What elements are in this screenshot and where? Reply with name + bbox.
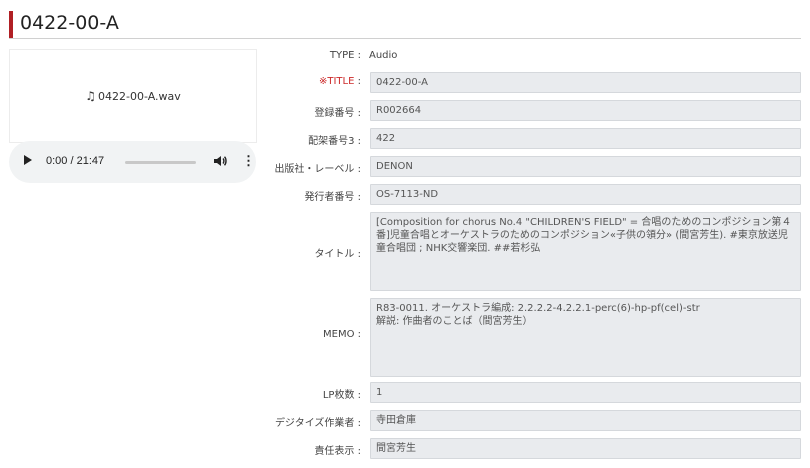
title-accent-bar — [9, 11, 13, 38]
field-row-type: TYPE : Audio — [256, 50, 801, 64]
field-label: TYPE : — [329, 50, 361, 61]
field-value-issuer-no[interactable]: OS-7113-ND — [370, 184, 801, 205]
field-label: 配架番号3 : — [308, 135, 361, 147]
music-note-icon: ♫ — [85, 89, 96, 103]
field-row-issuer-no: 発行者番号 : OS-7113-ND — [256, 184, 801, 205]
field-label: タイトル : — [314, 249, 361, 260]
field-value-type: Audio — [369, 50, 398, 61]
label-colon: : — [354, 75, 361, 87]
page-header: 0422-00-A — [9, 9, 801, 39]
field-value-registration-no[interactable]: R002664 — [370, 100, 801, 121]
more-options-icon[interactable]: ⋮ — [242, 153, 255, 169]
field-row-title: ※TITLE : 0422-00-A — [256, 72, 801, 93]
field-row-lp-count: LP枚数 : 1 — [256, 382, 801, 403]
field-row-digitizer: デジタイズ作業者 : 寺田倉庫 — [256, 410, 801, 431]
field-value-memo[interactable]: R83-0011. オーケストラ編成: 2.2.2.2-4.2.2.1-perc… — [370, 298, 801, 377]
field-value-title[interactable]: 0422-00-A — [370, 72, 801, 93]
field-value-publisher[interactable]: DENON — [370, 156, 801, 177]
field-label: 登録番号 : — [314, 107, 361, 119]
media-file-name: 0422-00-A.wav — [98, 89, 181, 103]
seek-slider[interactable] — [125, 161, 196, 164]
field-label: 責任表示 : — [314, 445, 361, 457]
field-row-responsibility: 責任表示 : 間宮芳生 — [256, 438, 801, 459]
audio-player[interactable]: 0:00 / 21:47 ⋮ — [9, 141, 256, 183]
field-label: LP枚数 : — [322, 389, 361, 401]
field-row-full-title: タイトル : [Composition for chorus No.4 "CHI… — [256, 212, 801, 291]
field-label: 出版社・レーベル : — [274, 163, 361, 175]
field-row-registration-no: 登録番号 : R002664 — [256, 100, 801, 121]
volume-icon[interactable] — [213, 154, 227, 168]
field-value-shelf-no[interactable]: 422 — [370, 128, 801, 149]
field-value-digitizer[interactable]: 寺田倉庫 — [370, 410, 801, 431]
field-label: デジタイズ作業者 : — [274, 417, 361, 429]
field-label: MEMO : — [323, 329, 361, 340]
field-row-memo: MEMO : R83-0011. オーケストラ編成: 2.2.2.2-4.2.2… — [256, 298, 801, 377]
field-row-publisher: 出版社・レーベル : DENON — [256, 156, 801, 177]
playback-time: 0:00 / 21:47 — [46, 155, 105, 167]
field-value-full-title[interactable]: [Composition for chorus No.4 "CHILDREN'S… — [370, 212, 801, 291]
play-icon[interactable] — [24, 155, 32, 165]
field-label: ※TITLE : — [319, 76, 361, 87]
page-title: 0422-00-A — [20, 12, 119, 34]
field-row-shelf-no: 配架番号3 : 422 — [256, 128, 801, 149]
field-label: 発行者番号 : — [304, 191, 361, 203]
media-file-card: ♫ 0422-00-A.wav — [9, 49, 257, 143]
required-mark-label: ※TITLE — [319, 75, 355, 87]
field-value-responsibility[interactable]: 間宮芳生 — [370, 438, 801, 459]
field-value-lp-count[interactable]: 1 — [370, 382, 801, 403]
